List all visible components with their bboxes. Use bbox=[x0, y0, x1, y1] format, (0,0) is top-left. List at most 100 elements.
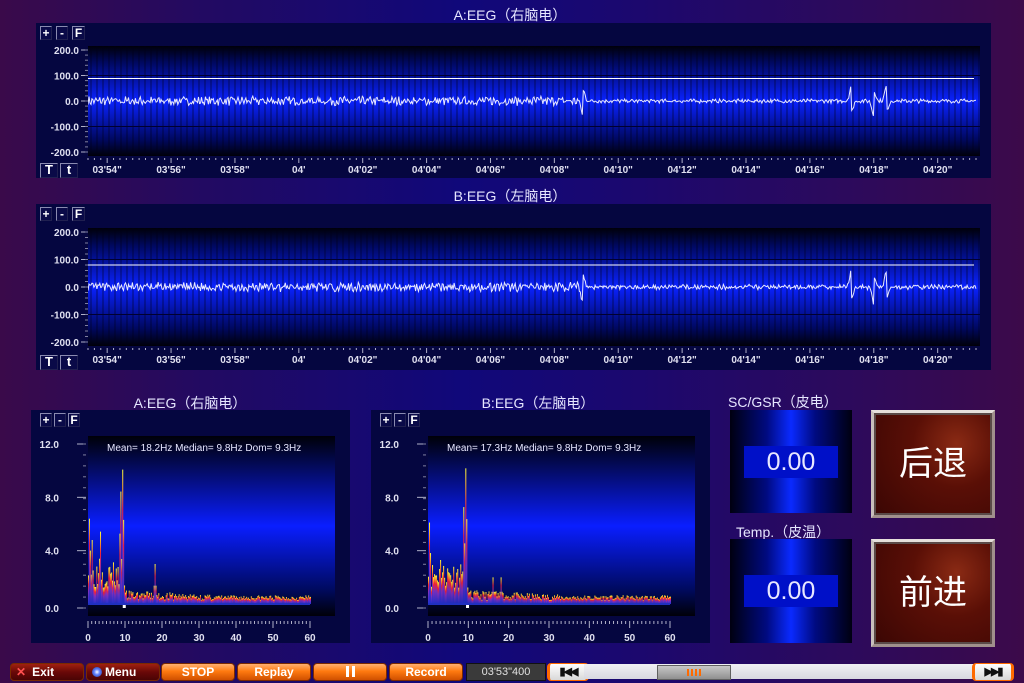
eeg-a-trace-svg bbox=[88, 46, 980, 156]
x-tick-label: 04'08" bbox=[540, 355, 570, 366]
time-zoom-out-button[interactable]: T bbox=[40, 355, 58, 370]
spectrum-bar bbox=[621, 597, 623, 604]
x-tick-label: 60 bbox=[664, 633, 676, 643]
spectrum-bar bbox=[141, 593, 143, 604]
zoom-out-button[interactable]: - bbox=[56, 26, 68, 40]
x-tick-label: 04'04" bbox=[412, 355, 442, 366]
spectrum-bar bbox=[91, 540, 93, 604]
spectrum-bar bbox=[459, 577, 461, 604]
x-tick-label: 04'14" bbox=[731, 355, 761, 366]
spectrum-bar bbox=[584, 595, 586, 604]
spectrum-bar bbox=[450, 575, 452, 604]
spectrum-bar bbox=[283, 596, 285, 604]
fit-button[interactable]: F bbox=[72, 26, 85, 40]
stop-button[interactable]: STOP bbox=[161, 663, 235, 681]
y-tick-label: 4.0 bbox=[45, 547, 59, 558]
spectrum-bar bbox=[112, 580, 114, 604]
spectrum-bar bbox=[261, 596, 263, 604]
spectrum-bar bbox=[205, 595, 207, 604]
y-tick-label: 8.0 bbox=[385, 493, 399, 504]
spectrum-bar bbox=[138, 595, 140, 604]
fast-forward-button[interactable]: ▶▶▮ bbox=[972, 663, 1014, 681]
exit-label: Exit bbox=[32, 665, 55, 679]
spectrum-bar bbox=[106, 581, 108, 604]
spectrum-bar bbox=[468, 592, 470, 604]
time-zoom-out-button[interactable]: T bbox=[40, 163, 58, 178]
spectrum-bar bbox=[466, 519, 468, 604]
spectrum-bar bbox=[90, 574, 92, 604]
y-tick-label: 12.0 bbox=[380, 440, 400, 451]
x-tick-label: 0 bbox=[85, 633, 91, 643]
spectrum-bar bbox=[139, 595, 141, 604]
spectrum-bar bbox=[541, 594, 543, 604]
time-zoom-in-button[interactable]: t bbox=[60, 355, 78, 370]
x-tick-label: 03'56" bbox=[156, 165, 186, 176]
spectrum-bar bbox=[186, 597, 188, 604]
spectrum-bar bbox=[594, 595, 596, 604]
record-button[interactable]: Record bbox=[389, 663, 463, 681]
spectrum-bar bbox=[440, 560, 442, 604]
spectrum-bar bbox=[189, 594, 191, 604]
spectrum-bar bbox=[616, 595, 618, 604]
rewind-icon: ▮◀◀ bbox=[559, 666, 579, 678]
spectrum-bar bbox=[622, 595, 624, 604]
spectrum-bar bbox=[501, 591, 503, 604]
spectrum-bar bbox=[580, 597, 582, 604]
spectrum-bar bbox=[505, 595, 507, 604]
spectrum-bar bbox=[538, 596, 540, 604]
spectrum-bar bbox=[559, 595, 561, 604]
spectrum-bar bbox=[666, 595, 668, 604]
spectrum-bar bbox=[463, 507, 465, 604]
spectrum-bar bbox=[195, 597, 197, 604]
spectrum-bar bbox=[146, 591, 148, 604]
spectrum-bar bbox=[231, 595, 233, 604]
spectrum-bar bbox=[437, 580, 439, 604]
zoom-out-button[interactable]: - bbox=[56, 207, 68, 221]
spectrum-bar bbox=[483, 592, 485, 604]
forward-button[interactable]: 前进 bbox=[871, 539, 995, 647]
y-tick-label: 12.0 bbox=[40, 440, 60, 451]
time-zoom-in-button[interactable]: t bbox=[60, 163, 78, 178]
menu-button[interactable]: Menu bbox=[86, 663, 160, 681]
fast-forward-icon: ▶▶▮ bbox=[984, 666, 1004, 678]
spectrum-bar bbox=[670, 596, 672, 604]
exit-button[interactable]: ✕ Exit bbox=[10, 663, 84, 681]
spectrum-bar bbox=[660, 596, 662, 604]
fit-button[interactable]: F bbox=[72, 207, 85, 221]
spectrum-bar bbox=[224, 596, 226, 604]
gsr-label: SC/GSR（皮电） bbox=[728, 394, 838, 410]
zoom-in-button[interactable]: + bbox=[40, 26, 52, 40]
gsr-value: 0.00 bbox=[744, 445, 838, 478]
timeline-scrollbar[interactable] bbox=[584, 664, 974, 680]
spectrum-bar bbox=[260, 596, 262, 604]
back-button[interactable]: 后退 bbox=[871, 410, 995, 518]
zoom-in-button[interactable]: + bbox=[40, 207, 52, 221]
spectrum-bar bbox=[147, 591, 149, 604]
spectrum-bar bbox=[96, 566, 98, 604]
gsr-meter: 0.00 bbox=[730, 410, 852, 513]
median-marker bbox=[122, 605, 126, 608]
spectrum-bar bbox=[114, 585, 116, 604]
spectrum-bar bbox=[265, 596, 267, 604]
spectrum-bar bbox=[156, 595, 158, 604]
timeline-thumb[interactable] bbox=[656, 665, 731, 680]
spectrum-bar bbox=[433, 577, 435, 604]
pause-button[interactable] bbox=[313, 663, 387, 681]
spectrum-bar bbox=[430, 553, 432, 604]
spectrum-bar bbox=[537, 596, 539, 604]
spectrum-bar bbox=[518, 595, 520, 604]
spectrum-bar bbox=[258, 595, 260, 604]
x-tick-label: 04'18" bbox=[859, 355, 889, 366]
spectrum-bar bbox=[631, 595, 633, 604]
rewind-button[interactable]: ▮◀◀ bbox=[547, 663, 589, 681]
spectrum-bar bbox=[223, 596, 225, 604]
replay-button[interactable]: Replay bbox=[237, 663, 311, 681]
spectrum-bar bbox=[204, 595, 206, 604]
y-tick-label: 0.0 bbox=[65, 283, 79, 294]
spectrum-bar bbox=[596, 597, 598, 604]
spectrum-bar bbox=[499, 591, 501, 604]
spectrum-bar bbox=[301, 596, 303, 604]
spectrum-bar bbox=[285, 597, 287, 604]
y-tick-label: 0.0 bbox=[385, 604, 399, 615]
spectrum-bar bbox=[653, 595, 655, 604]
